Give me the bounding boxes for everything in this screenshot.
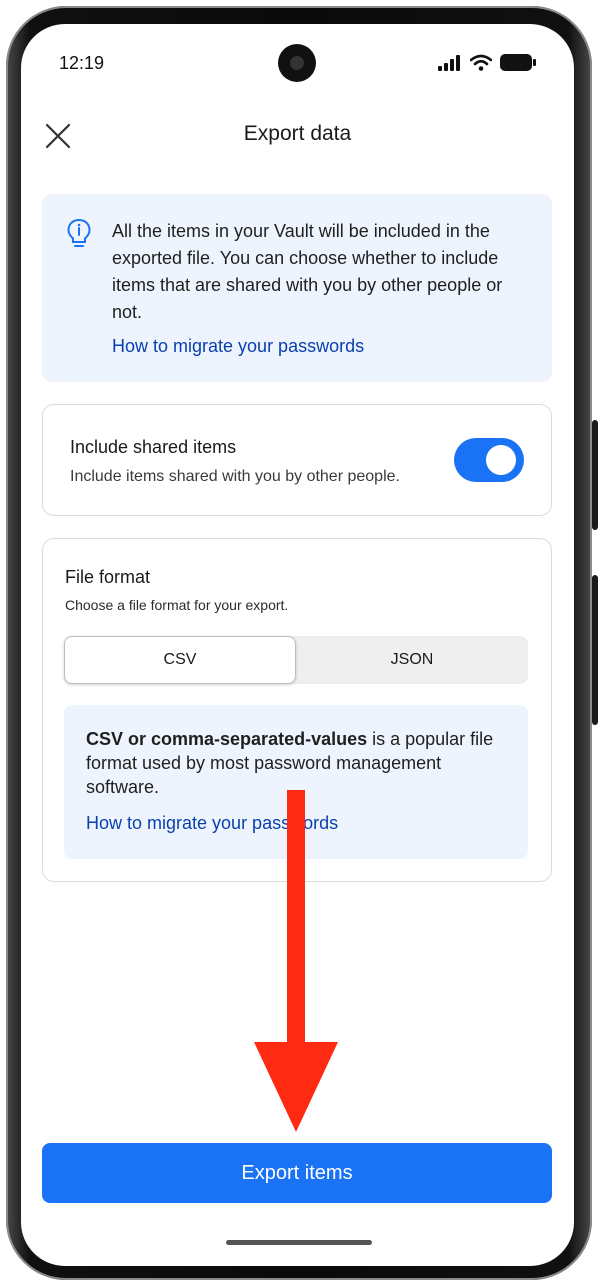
volume-button [592,420,598,530]
wifi-icon [470,54,492,71]
status-bar: 12:19 [21,24,574,94]
file-format-title: File format [65,567,151,587]
shared-items-title: Include shared items [70,437,237,457]
status-icons [438,54,536,71]
front-camera [278,44,316,82]
info-banner: All the items in your Vault will be incl… [42,194,552,382]
home-indicator [226,1240,372,1245]
status-time: 12:19 [59,53,105,73]
info-text: All the items in your Vault will be incl… [112,221,503,322]
export-items-button[interactable]: Export items [42,1143,552,1203]
signal-icon [438,54,460,71]
format-option-csv[interactable]: CSV [64,636,296,684]
format-description: CSV or comma-separated-values is a popul… [86,727,506,799]
battery-icon [500,54,536,71]
page-title: Export data [243,122,352,145]
power-button [592,575,598,725]
annotation-arrow-icon [254,790,338,1132]
format-description-bold: CSV or comma-separated-values [86,729,368,749]
format-option-json[interactable]: JSON [296,636,528,684]
lightbulb-icon [67,218,91,247]
migrate-passwords-link[interactable]: How to migrate your passwords [112,336,364,357]
toggle-knob [486,445,516,475]
shared-items-card: Include shared items Include items share… [42,404,552,516]
app-header: Export data [21,116,574,156]
shared-items-subtitle: Include items shared with you by other p… [70,468,400,485]
file-format-subtitle: Choose a file format for your export. [65,597,289,613]
format-segmented-control: CSV JSON [64,636,528,684]
include-shared-toggle[interactable] [454,438,524,482]
